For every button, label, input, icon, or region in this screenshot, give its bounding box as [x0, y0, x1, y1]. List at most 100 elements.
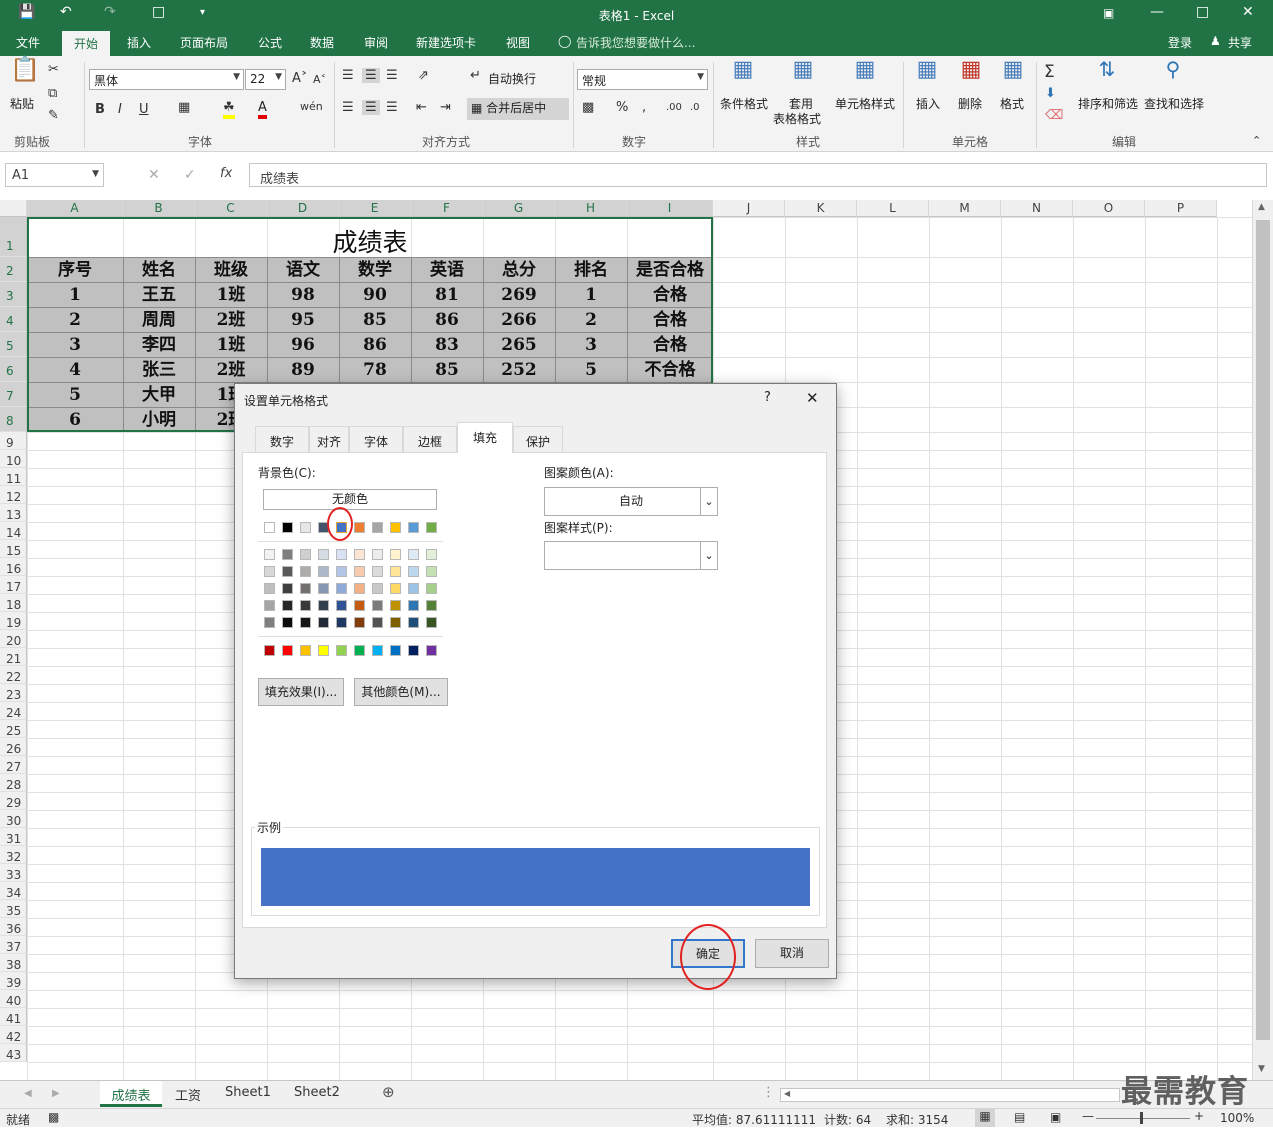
tab-formulas[interactable]: 公式	[258, 34, 282, 51]
find-select-button[interactable]: 查找和选择	[1144, 97, 1204, 112]
tell-me-box[interactable]: 告诉我您想要做什么...	[576, 34, 695, 51]
color-swatch[interactable]	[408, 645, 419, 656]
color-swatch[interactable]	[426, 566, 437, 577]
zoom-slider[interactable]	[1096, 1118, 1190, 1119]
comma-icon[interactable]: ,	[642, 100, 646, 115]
tab-review[interactable]: 审阅	[364, 34, 388, 51]
font-color-icon[interactable]: A	[258, 100, 267, 119]
color-swatch[interactable]	[318, 645, 329, 656]
data-cell[interactable]: 5	[27, 383, 123, 408]
decrease-decimal-icon[interactable]: .0	[690, 102, 700, 113]
color-swatch[interactable]	[390, 583, 401, 594]
data-cell[interactable]: 4	[27, 358, 123, 383]
header-cell[interactable]: 姓名	[123, 258, 195, 283]
color-swatch[interactable]	[264, 617, 275, 628]
color-swatch[interactable]	[318, 600, 329, 611]
header-cell[interactable]: 英语	[411, 258, 483, 283]
number-format-combo[interactable]: 常规 ▼	[577, 69, 708, 90]
confirm-edit-icon[interactable]: ✓	[184, 167, 196, 183]
color-swatch[interactable]	[390, 617, 401, 628]
color-swatch[interactable]	[318, 583, 329, 594]
insert-cells-button[interactable]: 插入	[916, 97, 940, 112]
share-button[interactable]: 共享	[1228, 34, 1252, 51]
color-swatch[interactable]	[390, 549, 401, 560]
wrap-text-button[interactable]: 自动换行	[488, 72, 536, 87]
cell-style-icon[interactable]: ▦	[850, 59, 880, 92]
data-cell[interactable]: 2	[555, 308, 627, 333]
color-swatch[interactable]	[372, 617, 383, 628]
color-swatch[interactable]	[354, 600, 365, 611]
color-swatch[interactable]	[264, 645, 275, 656]
format-cells-button[interactable]: 格式	[1000, 97, 1024, 112]
page-break-view-icon[interactable]: ▣	[1050, 1110, 1061, 1124]
data-cell[interactable]: 83	[411, 333, 483, 358]
data-cell[interactable]: 2	[27, 308, 123, 333]
color-swatch[interactable]	[282, 522, 293, 533]
color-swatch[interactable]	[372, 600, 383, 611]
format-painter-icon[interactable]: ✎	[48, 108, 59, 123]
color-swatch[interactable]	[354, 583, 365, 594]
zoom-in-icon[interactable]: +	[1194, 1109, 1204, 1123]
tab-split-handle[interactable]: ⋮	[762, 1085, 775, 1100]
font-name-combo[interactable]: 黑体 ▼	[89, 69, 244, 90]
data-cell[interactable]: 6	[27, 408, 123, 433]
fill-effects-button[interactable]: 填充效果(I)...	[258, 678, 344, 706]
header-cell[interactable]: 语文	[267, 258, 339, 283]
data-cell[interactable]: 269	[483, 283, 555, 308]
find-icon[interactable]: ⚲	[1158, 59, 1188, 92]
zoom-level[interactable]: 100%	[1220, 1111, 1254, 1125]
color-swatch[interactable]	[354, 566, 365, 577]
sheet-tab[interactable]: Sheet1	[225, 1085, 271, 1100]
pattern-color-select[interactable]: 自动 ⌄	[544, 487, 718, 516]
align-center-icon[interactable]: ☰	[362, 100, 380, 115]
sort-filter-icon[interactable]: ⇅	[1092, 59, 1122, 92]
color-swatch[interactable]	[282, 617, 293, 628]
data-cell[interactable]: 合格	[627, 283, 713, 308]
color-swatch[interactable]	[354, 549, 365, 560]
ribbon-display-icon[interactable]: ▣	[1103, 6, 1114, 20]
shrink-font-icon[interactable]: A˂	[313, 73, 326, 86]
data-cell[interactable]: 5	[555, 358, 627, 383]
tab-new-tab[interactable]: 新建选项卡	[416, 34, 476, 51]
data-cell[interactable]: 合格	[627, 308, 713, 333]
data-cell[interactable]: 小明	[123, 408, 195, 433]
orientation-icon[interactable]: ⇗	[418, 68, 429, 83]
color-swatch[interactable]	[318, 549, 329, 560]
color-swatch[interactable]	[300, 583, 311, 594]
sheet-title-cell[interactable]: 成绩表	[27, 223, 713, 259]
more-colors-button[interactable]: 其他颜色(M)...	[354, 678, 448, 706]
data-cell[interactable]: 78	[339, 358, 411, 383]
color-swatch[interactable]	[282, 549, 293, 560]
color-swatch[interactable]	[390, 600, 401, 611]
fill-icon[interactable]: ⬇	[1045, 86, 1056, 101]
data-cell[interactable]: 98	[267, 283, 339, 308]
conditional-format-icon[interactable]: ▦	[728, 59, 758, 92]
color-swatch[interactable]	[336, 645, 347, 656]
fill-color-icon[interactable]: ☘	[223, 100, 235, 119]
paste-button[interactable]: 粘贴	[10, 97, 34, 112]
underline-icon[interactable]: U	[139, 102, 149, 117]
name-box[interactable]: A1 ▼	[5, 163, 104, 187]
data-cell[interactable]: 266	[483, 308, 555, 333]
data-cell[interactable]: 李四	[123, 333, 195, 358]
color-swatch[interactable]	[336, 583, 347, 594]
phonetic-icon[interactable]: wén	[300, 100, 323, 113]
tab-insert[interactable]: 插入	[127, 34, 151, 51]
data-cell[interactable]: 86	[339, 333, 411, 358]
color-swatch[interactable]	[390, 645, 401, 656]
color-swatch[interactable]	[372, 645, 383, 656]
cell-style-button[interactable]: 单元格样式	[835, 97, 895, 112]
color-swatch[interactable]	[354, 522, 365, 533]
align-left-icon[interactable]: ☰	[342, 100, 354, 115]
color-swatch[interactable]	[300, 617, 311, 628]
data-cell[interactable]: 265	[483, 333, 555, 358]
delete-cells-button[interactable]: 删除	[958, 97, 982, 112]
color-swatch[interactable]	[426, 549, 437, 560]
dialog-help-button[interactable]: ?	[764, 390, 771, 405]
color-swatch[interactable]	[264, 522, 275, 533]
zoom-slider-thumb[interactable]	[1140, 1112, 1143, 1124]
color-swatch[interactable]	[336, 549, 347, 560]
table-format-label-1[interactable]: 套用	[789, 97, 813, 112]
data-cell[interactable]: 1班	[195, 283, 267, 308]
color-swatch[interactable]	[372, 549, 383, 560]
